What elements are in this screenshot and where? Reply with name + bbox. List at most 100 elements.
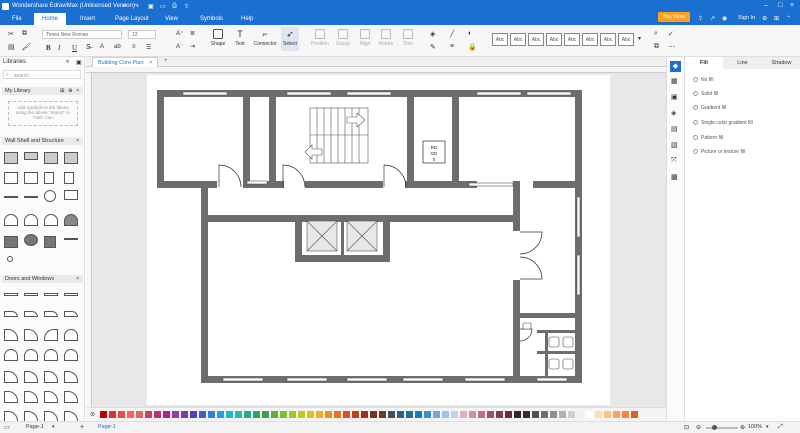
column-shape[interactable]	[24, 234, 38, 246]
color-swatch[interactable]	[235, 411, 242, 418]
interior-wall[interactable]	[305, 181, 383, 188]
color-swatch[interactable]	[109, 411, 116, 418]
underline-button[interactable]: U	[72, 44, 77, 52]
share-icon[interactable]: ⇪	[698, 15, 703, 22]
color-swatch[interactable]	[568, 411, 575, 418]
minimize-icon[interactable]: –	[764, 2, 768, 9]
fill-option-single-gradient[interactable]: Single color gradient fill	[693, 120, 753, 126]
elevator-wall[interactable]	[295, 255, 390, 262]
open-folder-icon[interactable]: ▭	[160, 3, 166, 10]
color-swatch[interactable]	[163, 411, 170, 418]
apps-icon[interactable]: ⊞	[774, 15, 779, 22]
color-swatch[interactable]	[172, 411, 179, 418]
line-style-icon[interactable]: ╱	[450, 30, 454, 38]
color-swatch[interactable]	[424, 411, 431, 418]
buy-now-button[interactable]: Buy Now	[657, 12, 690, 22]
lock-icon[interactable]: 🔒	[468, 43, 477, 51]
color-swatch[interactable]	[280, 411, 287, 418]
layers-icon[interactable]: ⧉	[654, 43, 659, 51]
door-shape[interactable]	[64, 371, 78, 383]
column-shape[interactable]	[7, 256, 13, 262]
page-dropdown-icon[interactable]: ▾	[52, 424, 55, 430]
color-swatch[interactable]	[118, 411, 125, 418]
wall-shape[interactable]	[44, 190, 56, 202]
door-shape[interactable]	[4, 329, 18, 341]
wall-shape[interactable]	[24, 196, 38, 198]
text-highlight-icon[interactable]: ab	[114, 44, 121, 50]
strikethrough-button[interactable]: S̶	[86, 44, 91, 51]
window-shape[interactable]	[44, 293, 58, 296]
format-painter-icon[interactable]: 🖌	[22, 43, 31, 51]
door[interactable]	[519, 328, 533, 342]
layers-panel-icon[interactable]: ◈	[671, 109, 676, 117]
font-increase-icon[interactable]: A⁺	[176, 30, 183, 37]
close-section-icon[interactable]: ×	[76, 276, 79, 282]
line-weight-icon[interactable]: ≡	[450, 43, 454, 50]
italic-button[interactable]: I	[58, 44, 60, 52]
staircase[interactable]	[304, 107, 369, 164]
drawing-page[interactable]: RD GD 0	[147, 75, 610, 405]
shape-tool-button[interactable]: Shape	[209, 29, 227, 47]
window-shape[interactable]	[24, 293, 38, 296]
tab-line[interactable]: Line	[723, 57, 762, 69]
more-tools-icon[interactable]: ⋯	[668, 43, 675, 51]
zoom-slider-handle[interactable]	[712, 425, 717, 430]
wall-shape[interactable]	[64, 214, 78, 226]
tab-fill[interactable]: Fill	[685, 57, 723, 69]
color-swatch[interactable]	[244, 411, 251, 418]
save-icon[interactable]: ▣	[148, 3, 154, 10]
window[interactable]	[182, 91, 228, 96]
color-swatch[interactable]	[145, 411, 152, 418]
fill-option-solid[interactable]: Solid fill	[693, 91, 718, 97]
menu-file[interactable]: File	[12, 16, 22, 22]
fill-option-pattern[interactable]: Pattern fill	[693, 135, 723, 141]
window[interactable]	[286, 91, 332, 96]
elevator-wall[interactable]	[341, 220, 344, 255]
font-family-select[interactable]: Times New Roman	[42, 30, 122, 39]
door[interactable]	[519, 256, 543, 280]
door-shape[interactable]	[4, 391, 18, 403]
page-selector[interactable]: Page-1	[26, 424, 44, 430]
outer-wall[interactable]	[513, 181, 520, 231]
spelling-icon[interactable]: ✓	[668, 30, 674, 38]
page-list-icon[interactable]: ▭	[4, 424, 10, 431]
group-button[interactable]: Group	[333, 29, 353, 47]
settings-icon[interactable]: ⚙	[762, 15, 767, 22]
color-swatch[interactable]	[415, 411, 422, 418]
door-shape[interactable]	[44, 329, 58, 341]
copy-icon[interactable]: ⧉	[22, 30, 27, 38]
fill-option-none[interactable]: No fill	[693, 77, 714, 83]
style-panel-icon[interactable]: ▦	[671, 77, 678, 85]
style-sample-8[interactable]: Abc	[618, 33, 634, 46]
color-swatch[interactable]	[361, 411, 368, 418]
color-swatch[interactable]	[460, 411, 467, 418]
color-swatch[interactable]	[226, 411, 233, 418]
align-button[interactable]: Align	[356, 29, 374, 47]
close-library-icon[interactable]: ×	[76, 88, 79, 94]
wall-shape[interactable]	[44, 152, 58, 164]
door-shape[interactable]	[4, 311, 18, 317]
document-tab[interactable]: Building Core Plan ×	[92, 57, 159, 67]
color-swatch[interactable]	[262, 411, 269, 418]
sign-in-link[interactable]: Sign In	[738, 15, 755, 21]
color-swatch[interactable]	[370, 411, 377, 418]
door-shape[interactable]	[24, 329, 38, 341]
font-size-select[interactable]: 12	[128, 30, 156, 39]
window[interactable]	[464, 377, 506, 382]
color-swatch[interactable]	[127, 411, 134, 418]
undo-icon[interactable]: ↶	[122, 3, 127, 10]
interior-wall[interactable]	[452, 90, 459, 188]
color-swatch[interactable]	[406, 411, 413, 418]
color-swatch[interactable]	[208, 411, 215, 418]
color-swatch[interactable]	[586, 411, 593, 418]
menu-symbols[interactable]: Symbols	[200, 16, 223, 22]
room-sign[interactable]: RD GD 0	[422, 140, 446, 164]
outer-wall[interactable]	[520, 313, 582, 318]
interior-wall[interactable]	[269, 90, 276, 188]
door-shape[interactable]	[64, 329, 78, 341]
fill-option-gradient[interactable]: Gradient fill	[693, 105, 726, 111]
close-section-icon[interactable]: ×	[76, 138, 79, 144]
menu-help[interactable]: Help	[241, 16, 253, 22]
color-swatch[interactable]	[478, 411, 485, 418]
export-icon[interactable]: ⇧	[184, 3, 189, 10]
